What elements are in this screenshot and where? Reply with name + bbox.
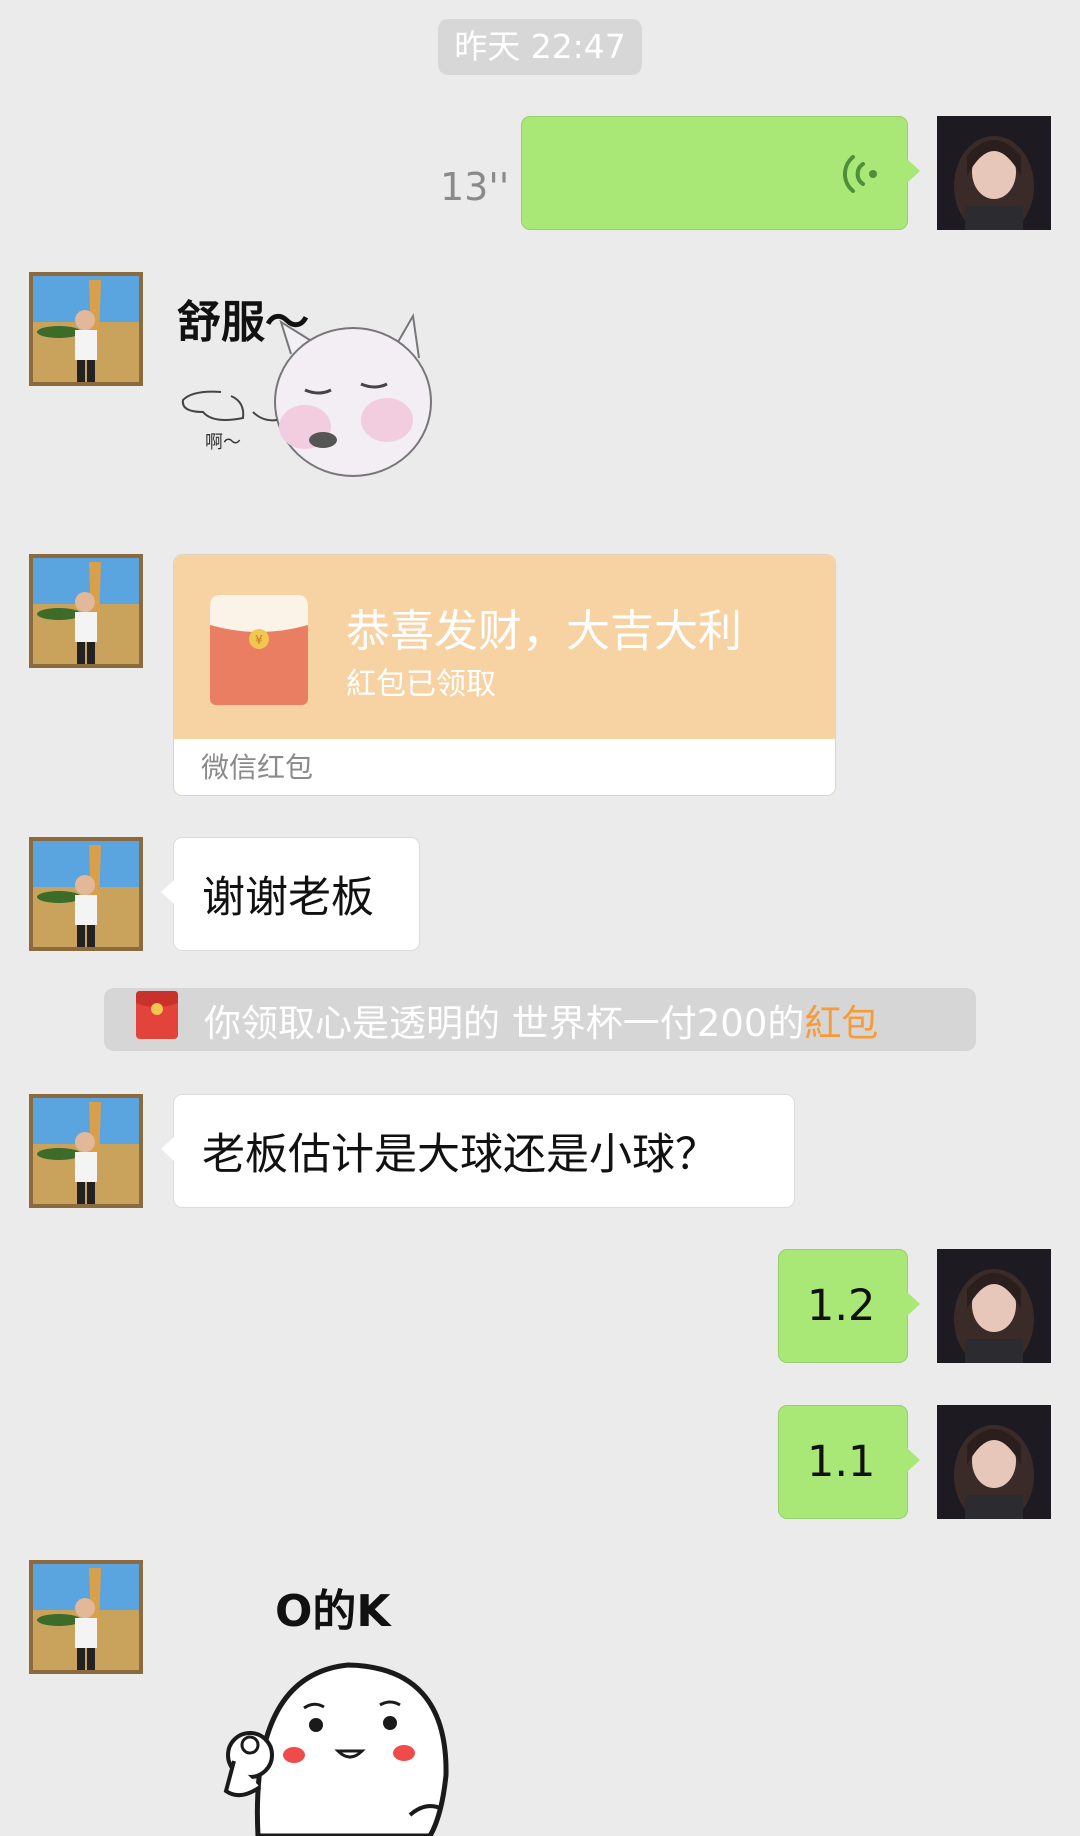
notice-text: 你领取心是透明的 世界杯一付200的 [204,1001,805,1045]
red-packet-card[interactable]: ¥ 恭喜发财，大吉大利 紅包已领取 微信红包 [173,554,836,796]
contact-avatar[interactable] [29,1094,143,1208]
message-text: 1.1 [807,1437,876,1487]
contact-avatar[interactable] [29,272,143,386]
red-packet-footer: 微信红包 [201,751,314,784]
notice-link-red-packet[interactable]: 紅包 [804,993,878,1047]
message-bubble[interactable]: 谢谢老板 [161,837,420,951]
sticker-ok-character [223,1662,449,1836]
red-packet-notice: 你领取心是透明的 世界杯一付200的 紅包 [104,988,976,1051]
message-text: 谢谢老板 [202,873,374,923]
sticker-sound-text: 啊～ [205,432,241,453]
message-bubble[interactable]: 1.2 [778,1249,920,1363]
red-envelope-icon: ¥ [210,591,308,709]
my-avatar[interactable] [937,1249,1051,1363]
message-bubble[interactable]: 老板估计是大球还是小球？ [161,1094,795,1208]
timestamp: 昨天 22:47 [438,19,642,75]
my-avatar[interactable] [937,116,1051,230]
red-packet-title: 恭喜发财，大吉大利 [346,606,742,657]
svg-text:¥: ¥ [255,633,263,647]
message-text: 老板估计是大球还是小球？ [202,1130,718,1180]
contact-avatar[interactable] [29,837,143,951]
sticker-face-image [181,312,432,477]
sticker-comfortable[interactable]: 舒服～ 啊～ [173,272,463,512]
voice-message-bubble[interactable] [521,116,920,230]
sticker-ok[interactable]: O的K [220,1565,480,1836]
my-avatar[interactable] [937,1405,1051,1519]
contact-avatar[interactable] [29,554,143,668]
message-text: 1.2 [807,1281,876,1331]
voice-duration: 13'' [440,165,510,209]
message-bubble[interactable]: 1.1 [778,1405,920,1519]
voice-wave-icon [842,154,879,198]
red-packet-icon [136,991,178,1048]
red-packet-status: 紅包已领取 [346,667,496,702]
contact-avatar[interactable] [29,1560,143,1674]
